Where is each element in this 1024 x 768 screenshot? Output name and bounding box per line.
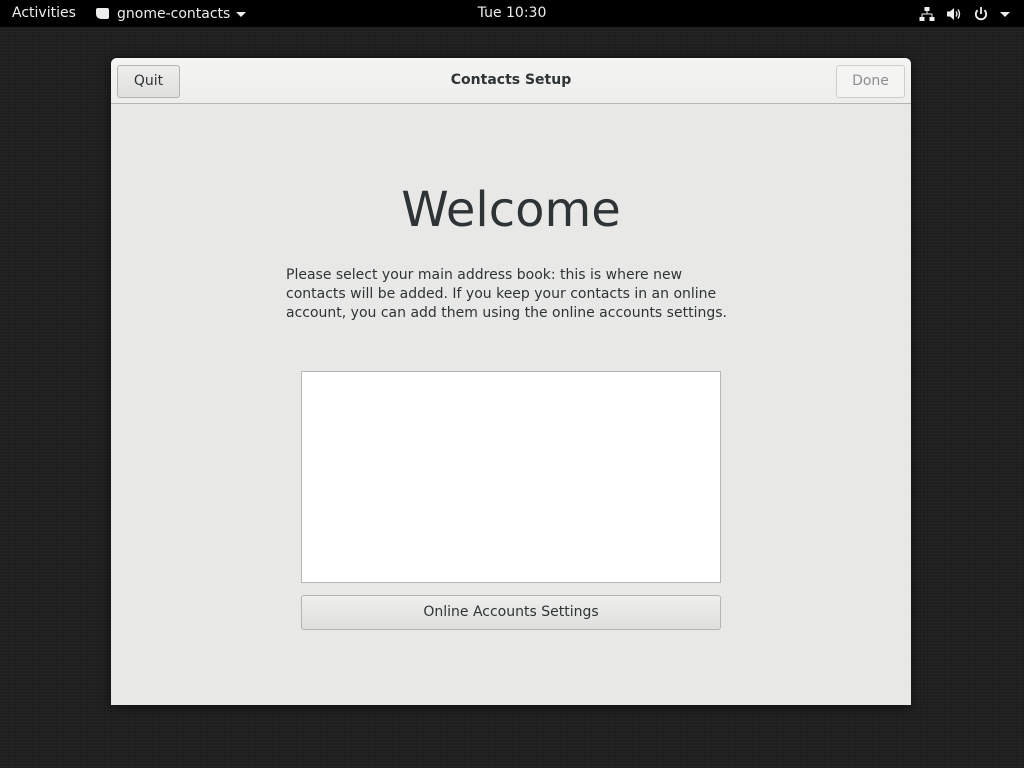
online-accounts-settings-button[interactable]: Online Accounts Settings bbox=[301, 595, 721, 630]
setup-content: Welcome Please select your main address … bbox=[111, 104, 911, 704]
chevron-down-icon bbox=[236, 12, 247, 17]
network-wired-icon bbox=[919, 6, 935, 22]
contacts-setup-window: Quit Contacts Setup Done Welcome Please … bbox=[111, 58, 911, 705]
menu-caret-icon bbox=[1000, 12, 1010, 17]
activities-button[interactable]: Activities bbox=[12, 4, 76, 23]
top-bar: Activities gnome-contacts Tue 10:30 bbox=[0, 0, 1024, 27]
done-button[interactable]: Done bbox=[836, 65, 905, 98]
system-status-area[interactable] bbox=[919, 4, 1010, 23]
app-menu[interactable]: gnome-contacts bbox=[96, 4, 247, 23]
app-icon bbox=[96, 8, 109, 19]
welcome-heading: Welcome bbox=[401, 182, 621, 238]
power-icon bbox=[973, 6, 989, 22]
app-menu-label: gnome-contacts bbox=[117, 5, 231, 22]
clock-label[interactable]: Tue 10:30 bbox=[478, 5, 547, 21]
header-bar: Quit Contacts Setup Done bbox=[111, 58, 911, 104]
window-title: Contacts Setup bbox=[450, 72, 572, 88]
setup-description: Please select your main address book: th… bbox=[286, 267, 727, 321]
address-book-list[interactable] bbox=[301, 371, 721, 583]
volume-icon bbox=[946, 6, 962, 22]
